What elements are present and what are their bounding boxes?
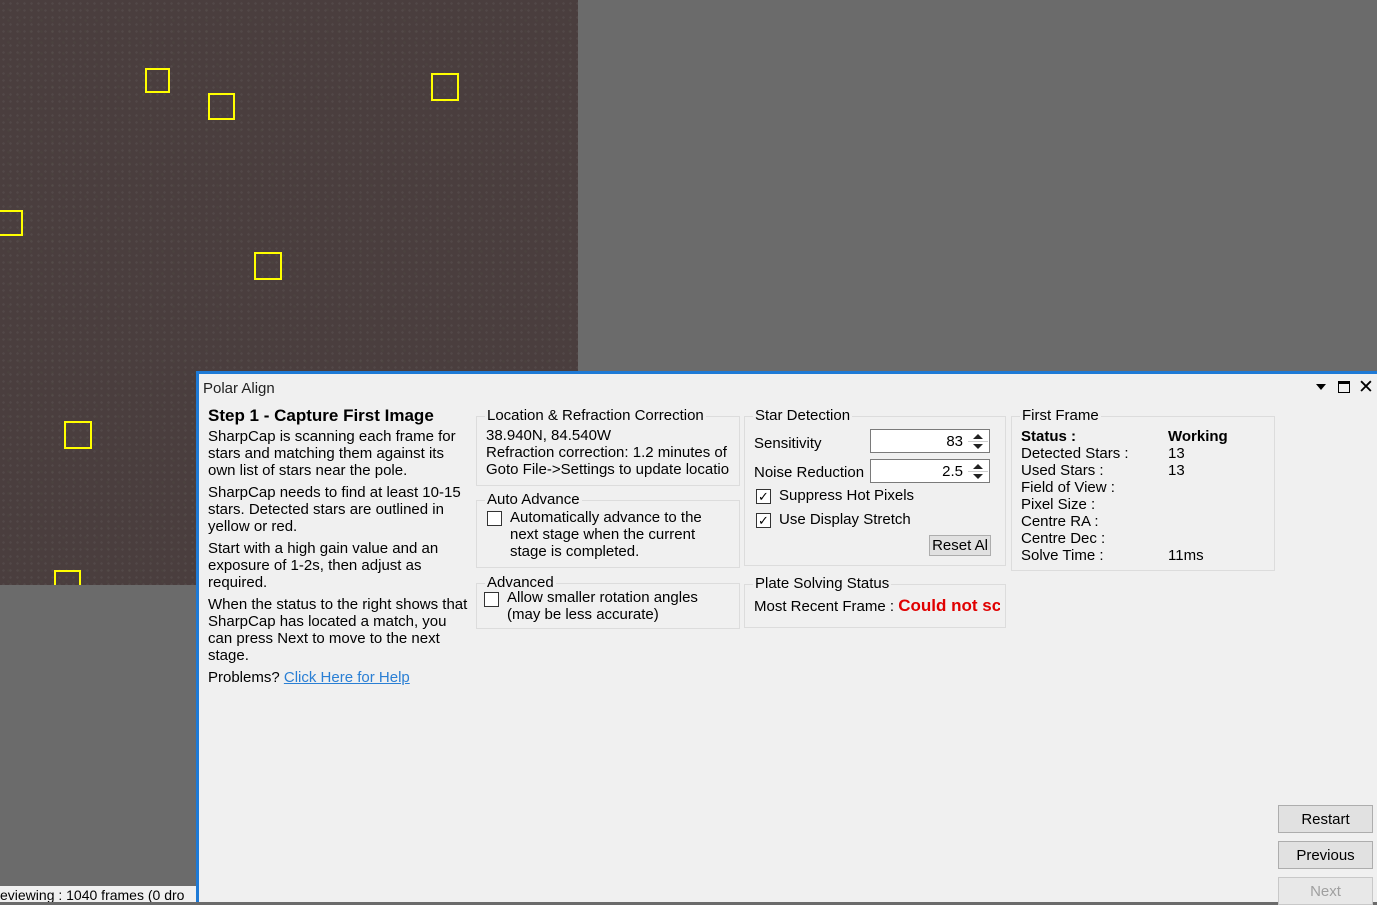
suppress-hot-pixels-label: Suppress Hot Pixels — [779, 487, 915, 504]
sensitivity-value[interactable]: 83 — [946, 433, 963, 450]
star-marker — [64, 421, 92, 449]
star-detection-group: Star Detection Sensitivity 83 Noise Redu… — [744, 407, 1006, 566]
smaller-rotation-checkbox[interactable] — [484, 592, 499, 607]
centre-ra-label: Centre RA : — [1021, 513, 1099, 530]
auto-advance-label-line: next stage when the current — [510, 526, 696, 543]
use-display-stretch-checkbox[interactable]: ✓ — [756, 513, 771, 528]
instruction-paragraph: Start with a high gain value and an expo… — [208, 540, 439, 591]
star-marker — [145, 68, 170, 93]
auto-advance-label: Automatically advance to the next stage … — [510, 509, 702, 560]
sensitivity-spinner[interactable]: 83 — [870, 429, 990, 453]
polar-align-panel: Polar Align ✕ Step 1 - Capture First Ima… — [196, 371, 1377, 905]
close-icon[interactable]: ✕ — [1357, 377, 1375, 398]
detected-stars-value: 13 — [1168, 445, 1185, 462]
auto-advance-checkbox[interactable] — [487, 511, 502, 526]
star-marker — [54, 570, 81, 585]
smaller-rotation-label: Allow smaller rotation angles (may be le… — [507, 589, 698, 623]
instruction-paragraph: SharpCap is scanning each frame for star… — [208, 428, 456, 479]
refraction-text: Refraction correction: 1.2 minutes of — [486, 444, 727, 461]
dropdown-icon[interactable] — [1312, 378, 1330, 396]
smaller-rotation-label-line: (may be less accurate) — [507, 606, 659, 623]
noise-reduction-label: Noise Reduction — [754, 464, 865, 481]
suppress-hot-pixels-checkbox[interactable]: ✓ — [756, 489, 771, 504]
used-stars-label: Used Stars : — [1021, 462, 1104, 479]
arrow-up-icon — [973, 463, 983, 469]
instructions-column: Step 1 - Capture First Image SharpCap is… — [208, 406, 470, 691]
pixel-size-label: Pixel Size : — [1021, 496, 1096, 513]
panel-title: Polar Align — [203, 380, 275, 397]
restart-button[interactable]: Restart — [1278, 805, 1373, 833]
star-detection-legend: Star Detection — [753, 407, 853, 424]
step-title: Step 1 - Capture First Image — [208, 406, 434, 425]
previous-button[interactable]: Previous — [1278, 841, 1373, 869]
help-link[interactable]: Click Here for Help — [284, 669, 410, 686]
star-marker — [0, 210, 23, 236]
instruction-paragraph: SharpCap needs to find at least 10-15 st… — [208, 484, 461, 535]
star-marker — [208, 93, 235, 120]
star-marker — [431, 73, 459, 101]
recent-frame-row: Most Recent Frame : Could not sc — [754, 597, 1000, 615]
status-label: Status : — [1021, 428, 1077, 445]
settings-hint: Goto File->Settings to update locatio — [486, 461, 730, 478]
auto-advance-legend: Auto Advance — [485, 491, 582, 508]
sensitivity-spin-buttons — [968, 431, 988, 451]
star-marker — [254, 252, 282, 280]
auto-advance-group: Auto Advance Automatically advance to th… — [476, 491, 740, 568]
auto-advance-label-line: stage is completed. — [510, 543, 640, 560]
location-legend: Location & Refraction Correction — [485, 407, 706, 424]
noise-down-button[interactable] — [968, 471, 988, 481]
first-frame-legend: First Frame — [1020, 407, 1101, 424]
used-stars-value: 13 — [1168, 462, 1185, 479]
field-of-view-label: Field of View : — [1021, 479, 1115, 496]
first-frame-group: First Frame Status : Working Detected St… — [1011, 407, 1275, 571]
location-group: Location & Refraction Correction 38.940N… — [476, 407, 740, 486]
next-button[interactable]: Next — [1278, 877, 1373, 905]
arrow-up-icon — [973, 433, 983, 439]
noise-spin-buttons — [968, 461, 988, 481]
noise-reduction-value[interactable]: 2.5 — [942, 463, 963, 480]
reset-all-button[interactable]: Reset Al — [929, 535, 991, 556]
solve-time-value: 11ms — [1168, 547, 1204, 564]
maximize-icon[interactable] — [1335, 378, 1353, 396]
location-coords: 38.940N, 84.540W — [486, 427, 612, 444]
problems-line: Problems? Click Here for Help — [208, 669, 470, 686]
plate-solving-legend: Plate Solving Status — [753, 575, 892, 592]
smaller-rotation-label-line: Allow smaller rotation angles — [507, 589, 698, 606]
solve-time-label: Solve Time : — [1021, 547, 1104, 564]
use-display-stretch-label: Use Display Stretch — [779, 511, 911, 528]
status-value: Working — [1168, 428, 1228, 445]
status-text: eviewing : 1040 frames (0 dro — [0, 887, 185, 902]
centre-dec-label: Centre Dec : — [1021, 530, 1106, 547]
plate-solving-group: Plate Solving Status Most Recent Frame :… — [744, 575, 1006, 628]
sensitivity-label: Sensitivity — [754, 435, 822, 452]
status-bar: eviewing : 1040 frames (0 dro — [0, 886, 197, 902]
recent-frame-label: Most Recent Frame : — [754, 598, 895, 615]
panel-titlebar[interactable]: Polar Align ✕ — [199, 374, 1377, 400]
advanced-group: Advanced Allow smaller rotation angles (… — [476, 574, 740, 629]
problems-label: Problems? — [208, 669, 280, 686]
arrow-down-icon — [973, 443, 983, 449]
sensitivity-down-button[interactable] — [968, 441, 988, 451]
arrow-down-icon — [973, 473, 983, 479]
detected-stars-label: Detected Stars : — [1021, 445, 1129, 462]
recent-frame-status: Could not sc — [898, 597, 1000, 615]
auto-advance-label-line: Automatically advance to the — [510, 509, 702, 526]
instruction-paragraph: When the status to the right shows that … — [208, 596, 468, 664]
noise-reduction-spinner[interactable]: 2.5 — [870, 459, 990, 483]
